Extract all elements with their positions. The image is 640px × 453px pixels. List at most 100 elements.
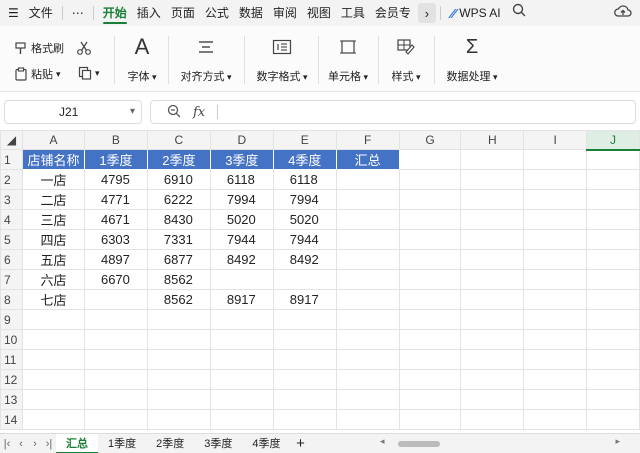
cell[interactable] (460, 269, 525, 290)
cell[interactable] (586, 369, 640, 390)
cell[interactable] (83, 289, 148, 310)
cell[interactable] (398, 369, 462, 390)
cell[interactable] (398, 329, 462, 350)
cell[interactable] (460, 329, 525, 350)
chevron-down-icon[interactable]: ▾ (130, 101, 135, 123)
cell[interactable] (523, 349, 588, 370)
sheet-tab-q4[interactable]: 4季度 (242, 434, 290, 453)
cell[interactable] (523, 149, 588, 170)
header-cell[interactable]: 4季度 (272, 149, 337, 170)
cell[interactable] (272, 349, 337, 370)
cell[interactable]: 7994 (209, 189, 274, 210)
row-header[interactable]: 13 (0, 389, 23, 410)
cell[interactable]: 6670 (83, 269, 148, 290)
cell-button[interactable]: 单元格 (326, 34, 370, 84)
cell[interactable] (523, 369, 588, 390)
cell[interactable] (460, 189, 525, 210)
style-button[interactable]: 样式 (386, 34, 426, 84)
header-cell[interactable]: 2季度 (146, 149, 211, 170)
format-painter-button[interactable]: 格式刷 (14, 40, 64, 56)
add-sheet-button[interactable]: + (291, 435, 311, 452)
cell[interactable]: 二店 (21, 189, 85, 210)
cell[interactable] (146, 389, 211, 410)
column-header[interactable]: G (398, 130, 462, 150)
row-header[interactable]: 5 (0, 229, 23, 250)
cell[interactable] (398, 269, 462, 290)
cell[interactable] (335, 269, 400, 290)
cell[interactable] (523, 249, 588, 270)
scroll-right-icon[interactable]: ▸ (615, 436, 620, 447)
cell[interactable]: 6222 (146, 189, 211, 210)
row-header[interactable]: 3 (0, 189, 23, 210)
cell[interactable] (209, 329, 274, 350)
cell[interactable] (272, 329, 337, 350)
header-cell[interactable]: 1季度 (83, 149, 148, 170)
cell[interactable] (146, 309, 211, 330)
name-box[interactable]: J21 ▾ (4, 100, 142, 124)
menu-tab-data[interactable]: 数据 (234, 0, 268, 26)
cell[interactable] (523, 389, 588, 410)
cell[interactable] (335, 189, 400, 210)
sheet-tab-q2[interactable]: 2季度 (146, 434, 194, 453)
zoom-icon[interactable] (167, 104, 181, 121)
wps-ai-button[interactable]: ⁄⁄ WPS AI (445, 6, 507, 21)
cell[interactable] (21, 329, 85, 350)
cell[interactable] (21, 389, 85, 410)
scroll-left-icon[interactable]: ◂ (380, 436, 385, 447)
cell[interactable] (586, 269, 640, 290)
cell[interactable]: 六店 (21, 269, 85, 290)
cell[interactable] (460, 369, 525, 390)
cell[interactable] (586, 149, 640, 170)
cell[interactable] (335, 169, 400, 190)
cell[interactable] (335, 349, 400, 370)
menu-tab-review[interactable]: 审阅 (268, 0, 302, 26)
cell[interactable]: 7331 (146, 229, 211, 250)
cell[interactable] (586, 169, 640, 190)
next-sheet-icon[interactable]: › (28, 438, 42, 450)
cell[interactable] (398, 229, 462, 250)
menu-tab-insert[interactable]: 插入 (132, 0, 166, 26)
cell[interactable] (146, 349, 211, 370)
cell[interactable] (272, 369, 337, 390)
cell[interactable]: 7994 (272, 189, 337, 210)
cell[interactable] (586, 249, 640, 270)
last-sheet-icon[interactable]: ›| (42, 438, 56, 450)
cell[interactable] (586, 189, 640, 210)
menu-tab-view[interactable]: 视图 (302, 0, 336, 26)
cell[interactable] (209, 389, 274, 410)
data-process-button[interactable]: Σ 数据处理 (442, 34, 502, 84)
cell[interactable] (460, 169, 525, 190)
cell[interactable] (21, 309, 85, 330)
cell[interactable] (21, 409, 85, 430)
cell[interactable] (398, 249, 462, 270)
cell[interactable]: 三店 (21, 209, 85, 230)
cell[interactable]: 七店 (21, 289, 85, 310)
cell[interactable] (586, 309, 640, 330)
number-format-button[interactable]: 数字格式 (252, 34, 312, 84)
cell[interactable]: 6910 (146, 169, 211, 190)
row-header[interactable]: 9 (0, 309, 23, 330)
cell[interactable] (335, 289, 400, 310)
cell[interactable] (523, 309, 588, 330)
cell[interactable] (146, 369, 211, 390)
cell[interactable]: 四店 (21, 229, 85, 250)
cell[interactable]: 7944 (272, 229, 337, 250)
cell[interactable] (21, 349, 85, 370)
menu-tab-home[interactable]: 开始 (98, 0, 132, 26)
cell[interactable] (83, 349, 148, 370)
column-header[interactable]: I (523, 130, 588, 150)
cell[interactable] (523, 169, 588, 190)
cell[interactable] (335, 389, 400, 410)
column-header[interactable]: E (272, 130, 337, 150)
column-header[interactable]: H (460, 130, 525, 150)
cell[interactable] (460, 309, 525, 330)
cell[interactable] (209, 309, 274, 330)
cell[interactable] (272, 269, 337, 290)
row-header[interactable]: 10 (0, 329, 23, 350)
cell[interactable] (398, 349, 462, 370)
cell[interactable] (460, 289, 525, 310)
cell[interactable]: 8917 (272, 289, 337, 310)
cell[interactable] (209, 409, 274, 430)
cell[interactable] (586, 289, 640, 310)
cell[interactable] (21, 369, 85, 390)
